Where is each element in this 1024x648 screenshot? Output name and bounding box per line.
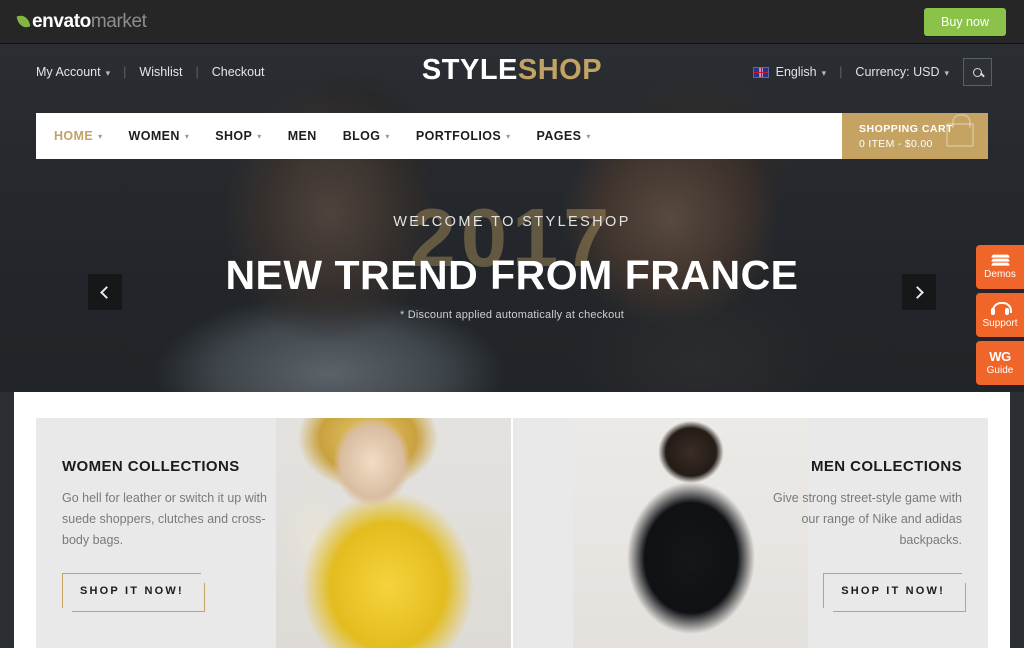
header-utility-row: My Account ▾ | Wishlist | Checkout STYLES… [0,44,1024,100]
shop-now-button-men[interactable]: SHOP IT NOW! [823,573,966,612]
chevron-down-icon: ▾ [98,131,103,141]
envato-logo-secondary: market [90,10,147,32]
main-navigation-bar: HOME ▾ WOMEN ▾ SHOP ▾ MEN BLOG ▾ PORTFOLIOS ▾… [36,113,988,159]
hero-copy: 2017 WELCOME TO STYLESHOP NEW TREND FROM… [0,196,1024,321]
utility-separator-3: | [839,65,843,79]
language-selector[interactable]: English ▾ [776,65,827,79]
header-utility-right: English ▾ | Currency: USD ▾ [752,58,992,86]
collections-row: WOMEN COLLECTIONS Go hell for leather or… [36,418,988,648]
collection-card-women[interactable]: WOMEN COLLECTIONS Go hell for leather or… [36,418,511,648]
chevron-down-icon: ▾ [184,131,190,141]
main-menu: HOME ▾ WOMEN ▾ SHOP ▾ MEN BLOG ▾ PORTFOLIOS ▾… [36,113,842,159]
hero-note: * Discount applied automatically at chec… [399,309,625,321]
collection-description-men: Give strong street-style game with our r… [773,491,962,547]
content-section: WOMEN COLLECTIONS Go hell for leather or… [14,392,1010,648]
envato-market-bar: envato market Buy now [0,0,1024,44]
envato-logo-primary: envato [32,10,91,32]
chevron-down-icon: ▾ [506,131,511,141]
layers-icon [990,254,1010,267]
collection-text-women: WOMEN COLLECTIONS Go hell for leather or… [36,418,296,612]
nav-item-men-label: MEN [287,129,317,143]
collection-card-men[interactable]: MEN COLLECTIONS Give strong street-style… [513,418,988,648]
collection-title-women: WOMEN COLLECTIONS [62,458,240,475]
nav-item-blog[interactable]: BLOG ▾ [343,129,390,143]
uk-flag-icon [752,66,769,78]
currency-selector[interactable]: Currency: USD ▾ [855,65,949,79]
nav-item-portfolios-label: PORTFOLIOS [415,129,502,143]
nav-item-pages-label: PAGES [536,129,582,143]
chevron-down-icon: ▾ [821,68,827,78]
shopping-bag-icon [946,114,974,147]
hero-eyebrow: WELCOME TO STYLESHOP [393,214,631,230]
search-icon [973,67,982,77]
nav-item-shop[interactable]: SHOP ▾ [215,129,261,143]
envato-logo[interactable]: envato market [18,11,147,33]
nav-item-home-label: HOME [54,129,94,143]
carousel-next-button[interactable] [902,274,936,310]
side-widget-demos[interactable]: Demos [976,245,1024,289]
nav-item-blog-label: BLOG [342,129,381,143]
side-widget-demos-label: Demos [984,269,1016,280]
side-widget-guide-label: Guide [986,365,1014,376]
buy-now-button[interactable]: Buy now [924,7,1006,36]
nav-item-home[interactable]: HOME ▾ [54,129,103,143]
hero-banner: My Account ▾ | Wishlist | Checkout STYLES… [0,44,1024,392]
chevron-left-icon [100,285,113,299]
wg-logo-icon: WG [989,349,1011,364]
nav-item-women[interactable]: WOMEN ▾ [129,129,190,143]
collection-image-women [276,418,511,648]
language-label: English [775,65,817,79]
headset-icon [991,301,1012,316]
nav-item-pages[interactable]: PAGES ▾ [537,129,591,143]
chevron-down-icon: ▾ [385,131,390,141]
search-button[interactable] [963,58,992,86]
side-widget-guide[interactable]: WG Guide [976,341,1024,385]
shop-now-button-women[interactable]: SHOP IT NOW! [62,573,205,612]
leaf-icon [18,15,29,28]
side-widget-panel: Demos Support WG Guide [976,245,1024,389]
site-logo-part1: STYLE [421,54,518,86]
hero-headline: NEW TREND FROM FRANCE [225,252,799,298]
nav-item-women-label: WOMEN [128,129,180,143]
collection-title-men: MEN COLLECTIONS [811,458,962,475]
collection-text-men: MEN COLLECTIONS Give strong street-style… [728,418,988,612]
chevron-down-icon: ▾ [257,131,262,141]
site-logo-part2: SHOP [517,54,603,86]
chevron-down-icon: ▾ [944,68,949,78]
collection-description-women: Go hell for leather or switch it up with… [62,491,267,547]
carousel-prev-button[interactable] [88,274,122,310]
side-widget-support[interactable]: Support [976,293,1024,337]
chevron-down-icon: ▾ [586,131,591,141]
nav-item-portfolios[interactable]: PORTFOLIOS ▾ [416,129,511,143]
shopping-cart-button[interactable]: SHOPPING CART 0 ITEM - $0.00 [842,113,988,159]
side-widget-support-label: Support [982,317,1018,329]
currency-label: Currency: USD [855,65,940,79]
nav-item-men[interactable]: MEN [288,129,317,143]
chevron-right-icon [911,285,924,299]
nav-item-shop-label: SHOP [215,129,253,143]
